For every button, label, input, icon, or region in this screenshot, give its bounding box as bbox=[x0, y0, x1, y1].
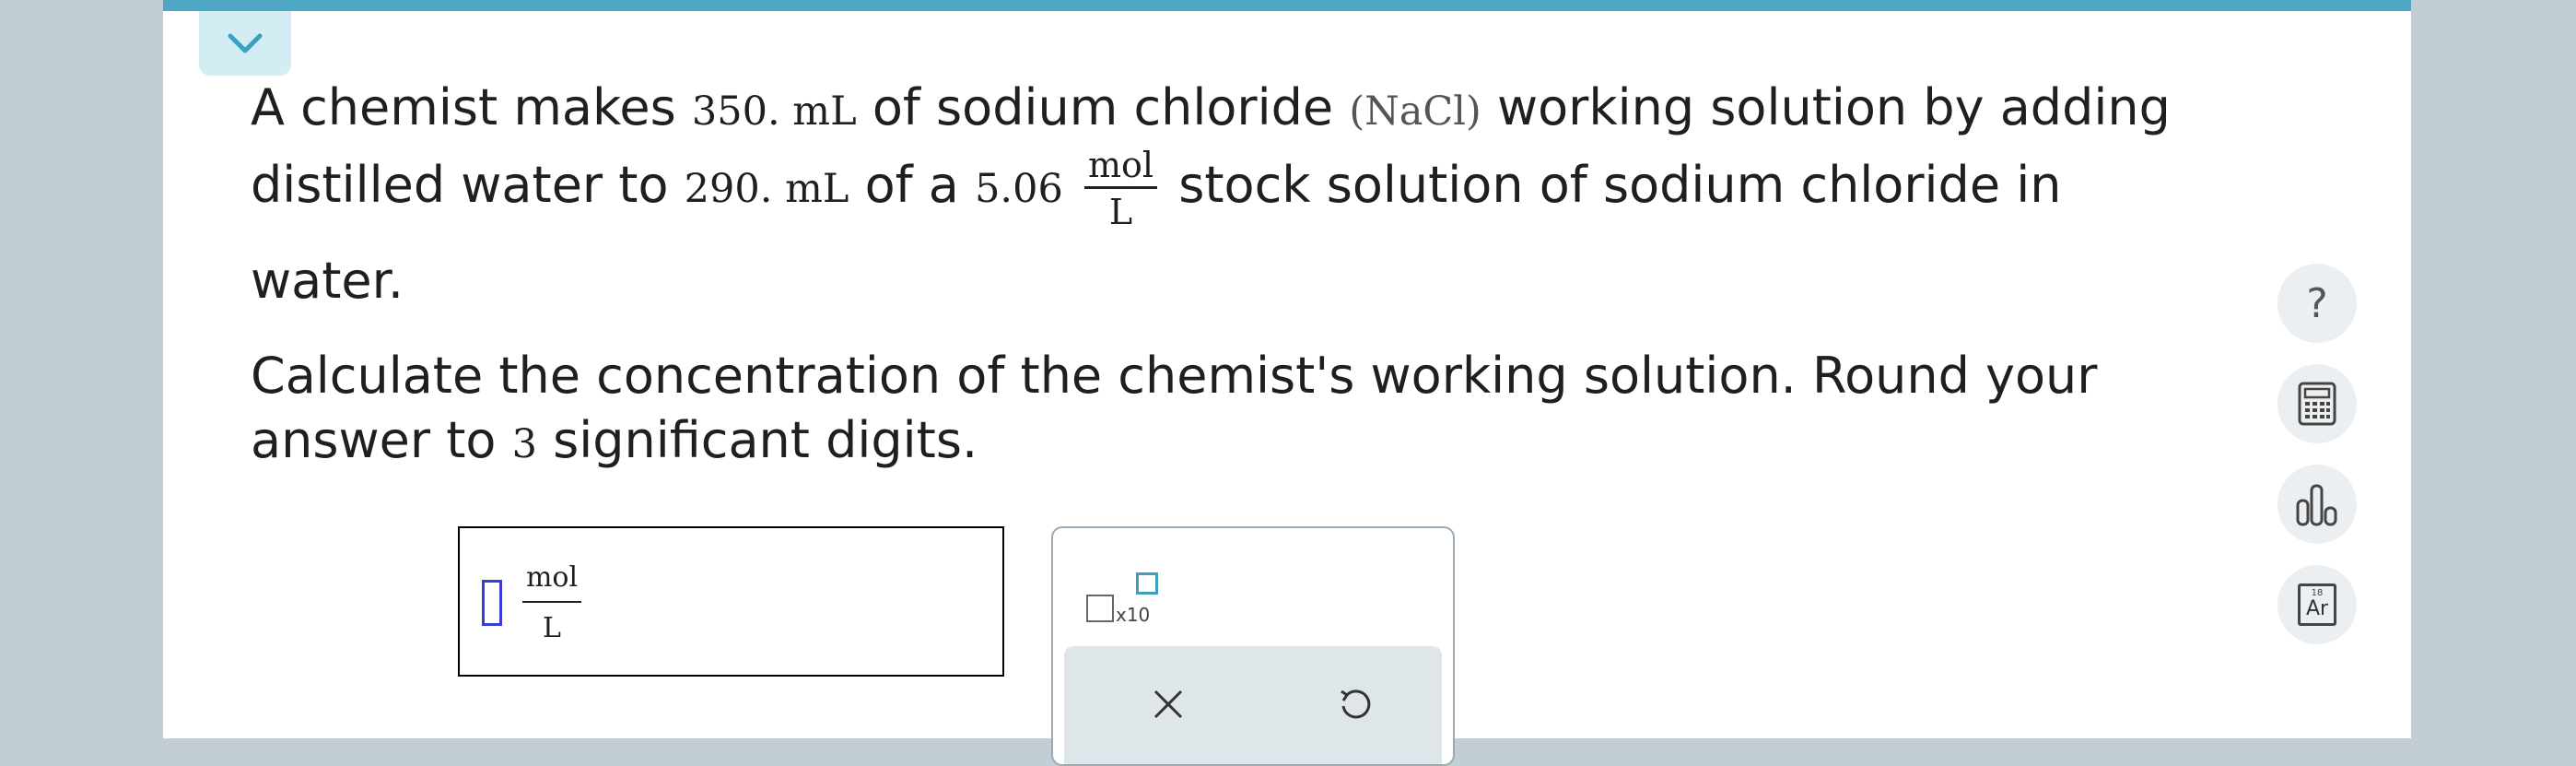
answer-unit: mol L bbox=[522, 561, 581, 644]
unit-denominator: L bbox=[1108, 192, 1133, 232]
stock-concentration: 5.06 bbox=[975, 166, 1063, 213]
question-line-2: distilled water to 290. mL of a 5.06 mol… bbox=[251, 147, 2061, 230]
answer-input-box[interactable]: mol L bbox=[458, 526, 1004, 677]
working-volume: 350. mL bbox=[691, 88, 857, 135]
unit-numerator: mol bbox=[522, 561, 581, 603]
data-button[interactable] bbox=[2277, 465, 2357, 544]
answer-cursor-field[interactable] bbox=[482, 580, 502, 626]
bar-chart-icon bbox=[2296, 484, 2337, 526]
clear-button[interactable] bbox=[1136, 672, 1200, 737]
question-panel: A chemist makes 350. mL of sodium chlori… bbox=[163, 0, 2411, 766]
periodic-table-icon: 18 Ar bbox=[2298, 583, 2336, 626]
unit-numerator: mol bbox=[1084, 147, 1158, 189]
x10-label: x10 bbox=[1116, 604, 1151, 626]
question-line-3: water. bbox=[251, 252, 404, 310]
close-icon bbox=[1153, 689, 1183, 719]
stock-volume: 290. mL bbox=[684, 166, 849, 213]
periodic-table-button[interactable]: 18 Ar bbox=[2277, 565, 2357, 644]
math-tool-panel: x10 bbox=[1051, 526, 1455, 766]
question-text: stock solution of sodium chloride in bbox=[1178, 156, 2062, 215]
element-symbol: Ar bbox=[2305, 597, 2329, 620]
chemical-formula: (NaCl) bbox=[1349, 88, 1481, 135]
tool-action-bar bbox=[1064, 646, 1442, 764]
question-text: distilled water to bbox=[251, 156, 669, 215]
help-button[interactable]: ? bbox=[2277, 264, 2357, 343]
significant-digits: 3 bbox=[511, 421, 537, 467]
chevron-down-icon bbox=[228, 33, 263, 53]
instruction-line-1: Calculate the concentration of the chemi… bbox=[251, 347, 2098, 405]
question-line-1: A chemist makes 350. mL of sodium chlori… bbox=[251, 83, 2171, 133]
question-text: of sodium chloride bbox=[872, 78, 1334, 136]
question-text: answer to bbox=[251, 411, 497, 469]
question-text: of a bbox=[864, 156, 959, 215]
top-accent-bar bbox=[163, 0, 2411, 11]
scientific-notation-button[interactable]: x10 bbox=[1086, 572, 1169, 628]
question-text: working solution by adding bbox=[1496, 78, 2171, 136]
question-text: A chemist makes bbox=[251, 78, 676, 136]
instruction-line-2: answer to 3 significant digits. bbox=[251, 416, 978, 465]
collapse-button[interactable] bbox=[199, 11, 291, 76]
question-text: significant digits. bbox=[553, 411, 978, 469]
help-icon: ? bbox=[2306, 279, 2328, 327]
concentration-unit: mol L bbox=[1084, 147, 1158, 232]
exponent-box-icon bbox=[1136, 572, 1158, 595]
undo-icon bbox=[1341, 689, 1371, 719]
calculator-button[interactable] bbox=[2277, 364, 2357, 443]
calculator-icon bbox=[2298, 382, 2336, 426]
mantissa-box-icon bbox=[1086, 595, 1114, 622]
unit-denominator: L bbox=[543, 612, 561, 644]
undo-button[interactable] bbox=[1322, 672, 1387, 737]
